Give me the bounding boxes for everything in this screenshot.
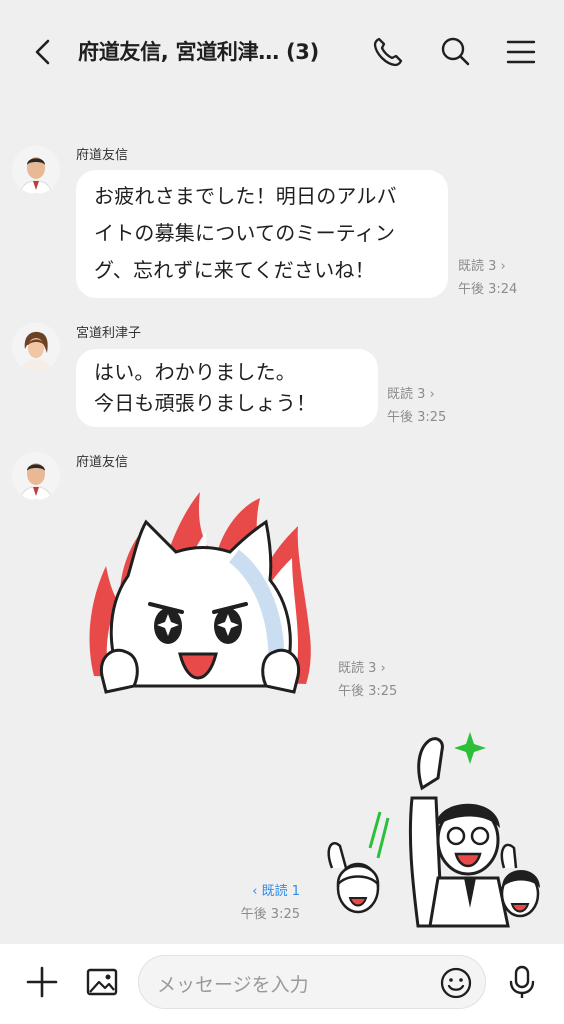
woman-avatar-icon [12,323,60,371]
phone-icon [373,37,403,67]
voice-button[interactable] [502,962,542,1002]
sender-name: 府道友信 [76,148,129,163]
image-icon [86,968,118,996]
message-meta: ‹ 既読 1 午後 3:25 [220,880,300,926]
microphone-icon [509,965,535,998]
back-button[interactable] [26,34,60,70]
timestamp: 午後 3:25 [387,410,447,425]
message-line: 今日も頑張りましょう！ [94,391,317,415]
timestamp: 午後 3:25 [338,684,398,699]
sender-name: 府道友信 [76,455,129,470]
read-receipt[interactable]: 既読 3 › [387,383,446,406]
message-meta: 既読 3 › 午後 3:24 [458,255,517,301]
chevron-left-icon [35,39,50,65]
timestamp: 午後 3:24 [458,282,518,297]
hamburger-menu-icon [506,40,536,64]
message-line: はい。わかりました。 [94,360,296,384]
avatar[interactable] [12,146,60,194]
menu-button[interactable] [502,32,542,72]
message-line: イトの募集についてのミーティン [94,221,396,245]
message-meta: 既読 3 › 午後 3:25 [387,383,446,429]
message-bubble[interactable]: はい。わかりました。 今日も頑張りましょう！ [76,349,378,427]
read-receipt[interactable]: ‹ 既読 1 [220,880,300,903]
read-receipt[interactable]: 既読 3 › [458,255,517,278]
read-receipt[interactable]: 既読 3 › [338,657,397,680]
call-button[interactable] [368,32,408,72]
chat-title[interactable]: 府道友信, 宮道利津… (3) [78,36,348,66]
add-button[interactable] [22,962,62,1002]
man-avatar-icon [12,146,60,194]
emoji-button[interactable] [437,964,475,1002]
search-button[interactable] [436,32,476,72]
avatar[interactable] [12,323,60,371]
sender-name: 宮道利津子 [76,326,142,341]
search-icon [441,37,470,66]
image-button[interactable] [82,962,122,1002]
message-line: お疲れさまでした！明日のアルバ [94,184,397,208]
sticker[interactable] [318,728,548,928]
fire-cat-sticker-icon [89,492,311,694]
message-line: グ、忘れずに来てくださいね！ [94,258,375,282]
avatar[interactable] [12,452,60,500]
cheering-people-sticker-icon [327,732,540,928]
chat-header: 府道友信, 宮道利津… (3) [0,0,564,104]
message-bubble[interactable]: お疲れさまでした！明日のアルバ イトの募集についてのミーティン グ、忘れずに来て… [76,170,448,298]
man-avatar-icon [12,452,60,500]
plus-icon [26,966,58,998]
timestamp: 午後 3:25 [240,907,300,922]
sticker[interactable] [84,486,316,698]
message-input[interactable]: メッセージを入力 [138,955,486,1009]
smiley-icon [440,967,472,999]
message-meta: 既読 3 › 午後 3:25 [338,657,397,703]
